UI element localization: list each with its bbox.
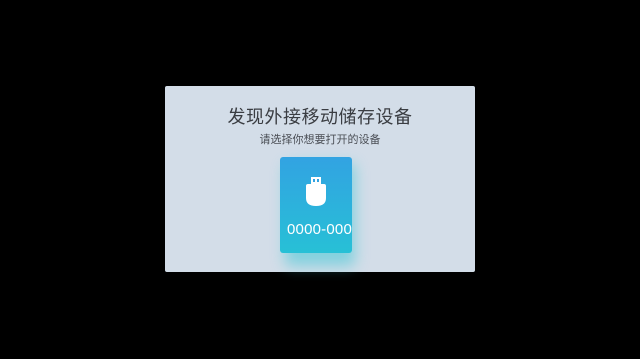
usb-drive-icon xyxy=(306,177,326,206)
dialog-title: 发现外接移动储存设备 xyxy=(227,107,413,128)
device-name: 0000-0000 xyxy=(287,221,352,238)
dialog-subtitle: 请选择你想要打开的设备 xyxy=(259,133,381,146)
device-card[interactable]: 0000-0000 xyxy=(280,157,352,253)
screen: 发现外接移动储存设备 请选择你想要打开的设备 0000-0000 xyxy=(0,0,640,359)
storage-device-dialog: 发现外接移动储存设备 请选择你想要打开的设备 0000-0000 xyxy=(165,86,475,272)
